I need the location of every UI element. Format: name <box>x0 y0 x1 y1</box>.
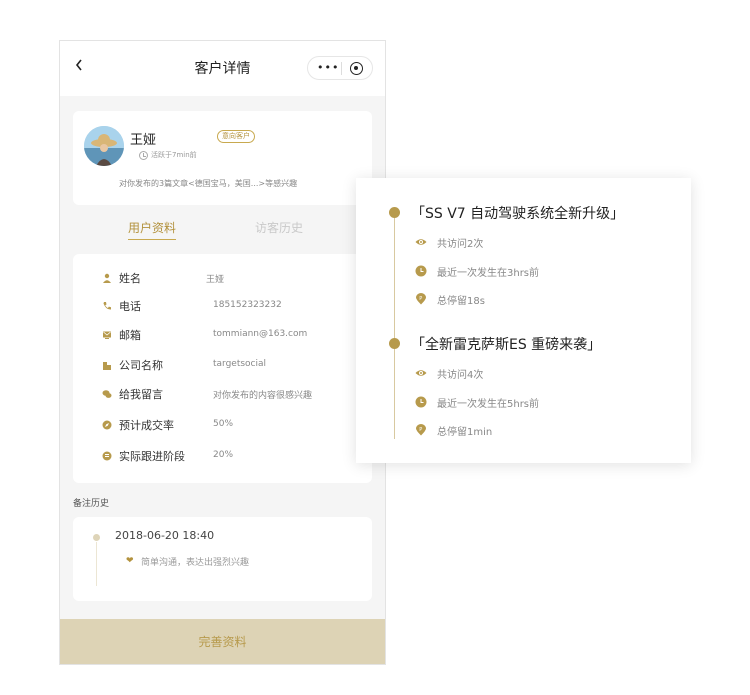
info-value: targetsocial <box>213 359 267 369</box>
timeline-dot <box>389 207 400 218</box>
info-label: 电话 <box>119 300 141 313</box>
clock-icon <box>415 396 427 408</box>
remark-section-title: 备注历史 <box>73 499 110 509</box>
timeline-line <box>96 542 97 586</box>
remark-note: 简单沟通，表达出强烈兴趣 <box>141 558 250 568</box>
person-icon <box>103 273 111 283</box>
timeline-dot <box>389 338 400 349</box>
compass-icon <box>102 420 112 430</box>
info-label: 预计成交率 <box>119 419 174 432</box>
interest-description: 对你发布的3篇文章<德国宝马，美国...>等感兴趣 <box>119 179 298 188</box>
timeline-line <box>394 212 395 439</box>
phone-icon <box>103 302 111 310</box>
remark-card: 2018-06-20 18:40 ❤ 简单沟通，表达出强烈兴趣 <box>73 517 372 601</box>
article-title[interactable]: 「SS V7 自动驾驶系统全新升级」 <box>411 203 624 223</box>
info-row-conversion: 预计成交率 50% <box>73 416 372 436</box>
visit-count: 共访问2次 <box>437 239 484 250</box>
remark-date: 2018-06-20 18:40 <box>115 529 215 542</box>
info-value: 50% <box>213 419 234 429</box>
more-menu-button[interactable]: ••• <box>317 61 339 74</box>
info-row-email: 邮箱 tommiann@163.com <box>73 326 372 346</box>
clock-icon <box>139 150 148 160</box>
info-card: 姓名 王娅 电话 185152323232 邮箱 tommiann@163.co… <box>73 254 372 483</box>
info-value: 王娅 <box>206 275 225 285</box>
info-value: 20% <box>213 450 234 460</box>
profile-card: 王娅 意向客户 活跃于7min前 对你发布的3篇文章<德国宝马，美国...>等感… <box>73 111 372 205</box>
capsule-divider <box>341 62 342 75</box>
active-time-text: 活跃于7min前 <box>151 151 197 159</box>
chat-icon <box>102 390 112 398</box>
eye-icon <box>415 239 427 245</box>
svg-text:P: P <box>419 296 422 302</box>
customer-name: 王娅 <box>130 133 157 148</box>
location-pin-icon: P <box>416 293 426 305</box>
info-label: 实际跟进阶段 <box>119 450 185 463</box>
phone-screen: 客户详情 ••• 王娅 意向客户 活跃于7min前 对你发布的3篇文章<德国宝马… <box>59 40 386 665</box>
info-value[interactable]: tommiann@163.com <box>213 329 307 339</box>
last-visit: 最近一次发生在3hrs前 <box>437 268 540 279</box>
info-value[interactable]: 185152323232 <box>213 300 282 310</box>
info-value: 对你发布的内容很感兴趣 <box>213 391 313 401</box>
info-label: 公司名称 <box>119 359 163 372</box>
stay-duration: 总停留18s <box>437 296 485 307</box>
info-label: 姓名 <box>119 272 141 285</box>
avatar <box>84 126 124 166</box>
clock-icon <box>415 265 427 277</box>
tab-visitor-history[interactable]: 访客历史 <box>255 219 303 236</box>
info-label: 给我留言 <box>119 388 163 401</box>
close-target-icon[interactable] <box>350 62 363 75</box>
building-icon <box>103 362 111 370</box>
stage-icon <box>102 451 112 461</box>
active-time: 活跃于7min前 <box>139 150 197 160</box>
tab-bar: 用户资料 访客历史 <box>60 219 385 243</box>
mini-program-capsule: ••• <box>307 56 373 80</box>
mail-icon <box>103 331 111 339</box>
timeline-dot <box>93 534 100 541</box>
last-visit: 最近一次发生在5hrs前 <box>437 399 540 410</box>
info-row-message: 给我留言 对你发布的内容很感兴趣 <box>73 385 372 405</box>
nav-bar: 客户详情 ••• <box>60 41 385 96</box>
visit-history-card: 「SS V7 自动驾驶系统全新升级」 共访问2次 最近一次发生在3hrs前 P … <box>356 178 691 463</box>
tab-user-profile[interactable]: 用户资料 <box>128 219 177 240</box>
stay-duration: 总停留1min <box>437 427 493 438</box>
heart-icon: ❤ <box>126 556 134 566</box>
article-title[interactable]: 「全新雷克萨斯ES 重磅来袭」 <box>411 334 601 354</box>
info-row-name: 姓名 王娅 <box>73 269 372 289</box>
complete-profile-button[interactable]: 完善资料 <box>60 619 385 664</box>
info-row-company: 公司名称 targetsocial <box>73 356 372 376</box>
info-row-phone: 电话 185152323232 <box>73 297 372 317</box>
info-label: 邮箱 <box>119 329 141 342</box>
eye-icon <box>415 370 427 376</box>
status-badge: 意向客户 <box>217 130 255 143</box>
svg-text:P: P <box>419 427 422 433</box>
info-row-stage: 实际跟进阶段 20% <box>73 447 372 467</box>
location-pin-icon: P <box>416 424 426 436</box>
visit-count: 共访问4次 <box>437 370 484 381</box>
